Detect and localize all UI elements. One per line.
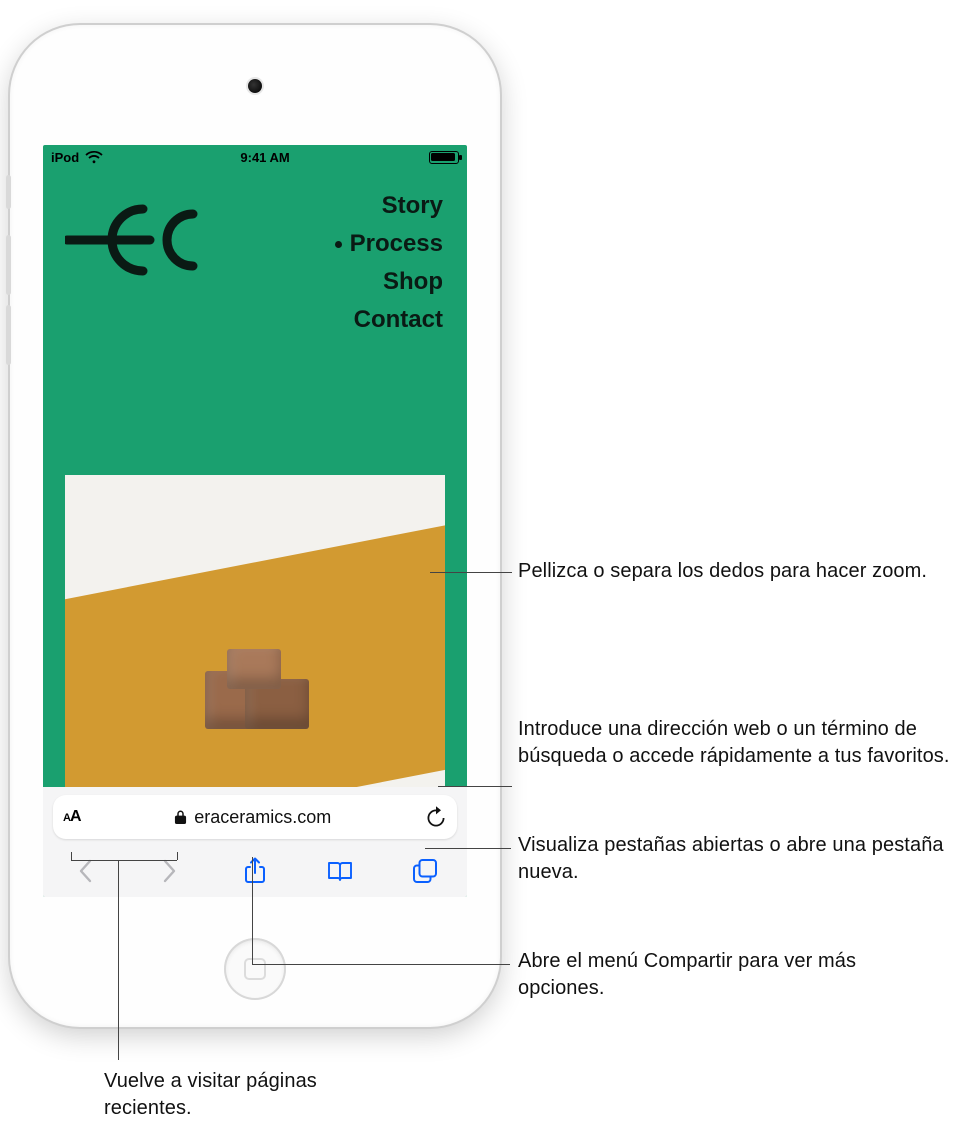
leader-line: [71, 860, 177, 861]
browser-toolbar: [43, 845, 467, 897]
battery-icon: [429, 151, 459, 164]
leader-line: [177, 852, 178, 860]
front-camera: [248, 79, 262, 93]
wifi-icon: [85, 151, 101, 163]
leader-line: [252, 964, 510, 965]
webpage-viewport[interactable]: Story Process Shop Contact: [43, 169, 467, 787]
reader-aa-button[interactable]: AA: [63, 808, 81, 826]
tabs-button[interactable]: [403, 849, 447, 893]
share-button[interactable]: [233, 849, 277, 893]
volume-up-button: [6, 235, 11, 295]
leader-line: [71, 852, 72, 860]
site-logo: [65, 195, 215, 285]
reload-button[interactable]: [425, 805, 447, 829]
nav-item-contact[interactable]: Contact: [335, 301, 443, 339]
status-time: 9:41 AM: [240, 150, 289, 165]
volume-down-button: [6, 305, 11, 365]
url-bar[interactable]: AA eraceramics.com: [53, 795, 457, 839]
device-screen: iPod 9:41 AM: [43, 145, 467, 897]
callout-urlbar: Introduce una dirección web o un término…: [518, 716, 958, 770]
ipod-device-frame: iPod 9:41 AM: [10, 25, 500, 1027]
leader-line: [118, 860, 119, 1060]
forward-button[interactable]: [148, 849, 192, 893]
status-carrier: iPod: [51, 150, 79, 165]
leader-line: [252, 857, 253, 964]
leader-line: [425, 848, 511, 849]
home-button[interactable]: [224, 938, 286, 1000]
status-bar: iPod 9:41 AM: [43, 145, 467, 169]
url-domain: eraceramics.com: [194, 807, 331, 828]
active-dot-icon: [335, 241, 342, 248]
back-button[interactable]: [63, 849, 107, 893]
lock-icon: [174, 809, 187, 825]
nav-item-shop[interactable]: Shop: [335, 263, 443, 301]
bookmarks-button[interactable]: [318, 849, 362, 893]
callout-share: Abre el menú Compartir para ver más opci…: [518, 948, 948, 1002]
url-bar-container: AA eraceramics.com: [43, 787, 467, 845]
site-nav: Story Process Shop Contact: [335, 187, 443, 339]
callout-tabs: Visualiza pestañas abiertas o abre una p…: [518, 832, 948, 886]
nav-item-story[interactable]: Story: [335, 187, 443, 225]
leader-line: [430, 572, 512, 573]
callout-zoom: Pellizca o separa los dedos para hacer z…: [518, 558, 938, 585]
nav-item-process[interactable]: Process: [335, 225, 443, 263]
leader-line: [438, 786, 512, 787]
webpage-hero-image: [65, 475, 445, 787]
side-button: [6, 175, 11, 209]
callout-history: Vuelve a visitar páginas recientes.: [104, 1068, 404, 1122]
